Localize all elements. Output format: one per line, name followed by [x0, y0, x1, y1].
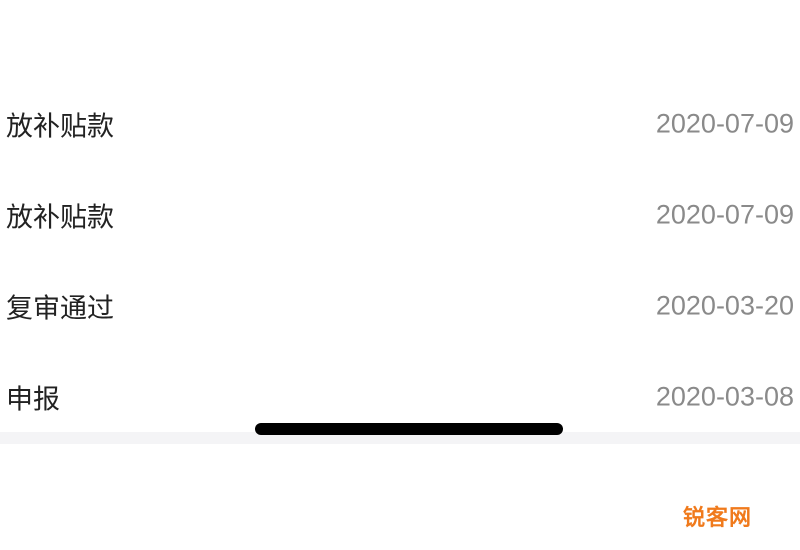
- home-indicator[interactable]: [255, 423, 563, 435]
- record-title: 放补贴款: [6, 202, 114, 234]
- record-date: 2020-03-08: [655, 381, 794, 412]
- record-date: 2020-07-09: [655, 108, 794, 139]
- list-item[interactable]: 放补贴款 2020-07-09: [0, 169, 800, 261]
- record-title: 放补贴款: [6, 111, 114, 143]
- watermark-logo: 锐客网: [682, 506, 752, 531]
- record-title: 复审通过: [6, 293, 114, 325]
- list-item[interactable]: 放补贴款 2020-07-09: [0, 78, 800, 170]
- record-date: 2020-03-20: [655, 290, 794, 321]
- record-list: 放补贴款 2020-07-09 放补贴款 2020-07-09 复审通过 202…: [0, 0, 800, 443]
- record-date: 2020-07-09: [655, 199, 794, 230]
- record-title: 申报: [6, 384, 60, 416]
- list-item[interactable]: 复审通过 2020-03-20: [0, 260, 800, 352]
